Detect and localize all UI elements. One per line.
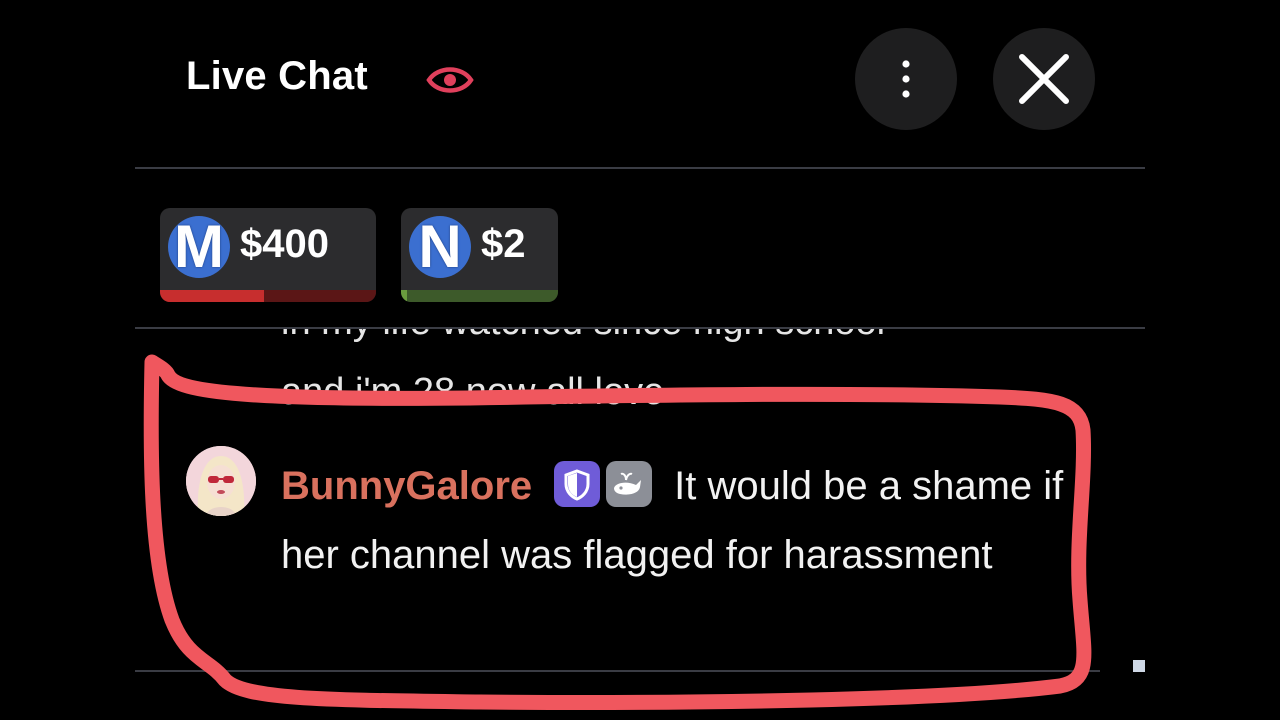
live-chat-title: Live Chat: [186, 54, 368, 98]
tip-amount: $400: [240, 222, 329, 266]
eye-icon[interactable]: [426, 60, 474, 100]
chat-username[interactable]: BunnyGalore: [281, 464, 532, 508]
scroll-indicator[interactable]: [1133, 660, 1145, 672]
tip-amount: $2: [481, 222, 526, 266]
tip-user-badge: M: [168, 216, 230, 278]
tip-progress-bar: [160, 290, 376, 302]
highlighted-chat-message: BunnyGalore It would be a shame if her ch…: [281, 452, 1071, 590]
tip-progress-bar: [401, 290, 558, 302]
close-icon: [1019, 54, 1069, 104]
header-divider: [135, 167, 1145, 169]
message-divider: [135, 670, 1100, 672]
tip-pill-n[interactable]: N $2: [401, 208, 558, 302]
tip-user-badge: N: [409, 216, 471, 278]
more-options-button[interactable]: [855, 28, 957, 130]
avatar[interactable]: [186, 446, 256, 516]
more-vertical-icon: [902, 60, 910, 98]
previous-message-line: and i'm 28 now all love: [281, 371, 665, 413]
tip-pill-m[interactable]: M $400: [160, 208, 376, 302]
moderator-shield-icon: [554, 461, 601, 507]
whale-icon: [606, 461, 653, 507]
previous-message-line: in my life watched since high school: [281, 329, 885, 344]
close-chat-button[interactable]: [993, 28, 1095, 130]
